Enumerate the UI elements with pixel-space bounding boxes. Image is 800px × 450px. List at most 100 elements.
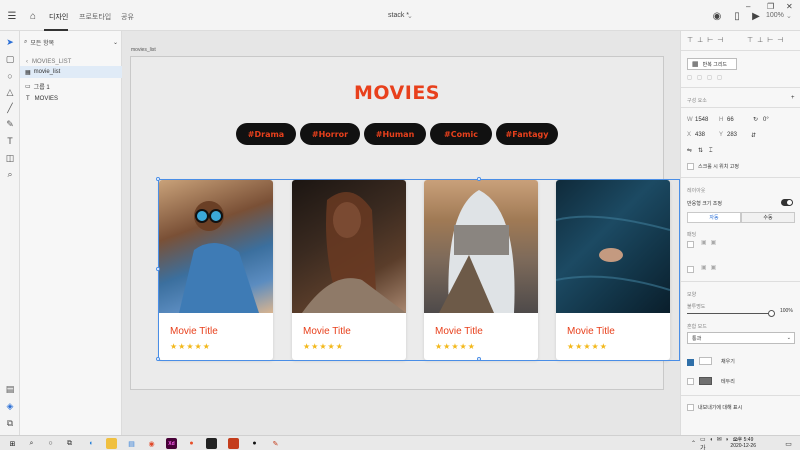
flip-align-icons[interactable]: ⇋⇅⌶ [687, 147, 719, 155]
hamburger-menu-icon[interactable]: ☰ [5, 9, 19, 23]
padding-mode-icons[interactable]: ▣▣ [701, 239, 720, 246]
zoom-chevron-icon[interactable]: ⌄ [786, 12, 792, 20]
export-label: 내보내기에 대해 표시 [698, 405, 743, 411]
store-icon[interactable]: ▤ [126, 438, 137, 449]
y-value[interactable]: 283 [727, 132, 737, 138]
responsive-label: 반응형 크기 조정 [687, 201, 722, 207]
align-icons[interactable]: ⊤⊥⊢⊣ [687, 36, 727, 44]
tag-pill[interactable]: #Comic [430, 123, 492, 145]
zoom-level[interactable]: 100% [766, 12, 784, 19]
task-view-icon[interactable]: ⧉ [64, 438, 75, 449]
home-icon[interactable]: ⌂ [26, 9, 40, 23]
layers-icon[interactable]: ◈ [3, 399, 17, 413]
border-swatch[interactable] [699, 377, 712, 385]
rectangle-tool-icon[interactable]: ▢ [3, 52, 17, 66]
layer-item-group[interactable]: ▭ 그룹 1 [20, 80, 122, 92]
select-tool-icon[interactable]: ➤ [3, 35, 17, 49]
play-icon[interactable]: ▶ [749, 9, 763, 23]
opacity-slider-track[interactable] [687, 313, 773, 314]
tag-pill[interactable]: #Drama [236, 123, 296, 145]
x-value[interactable]: 438 [695, 132, 705, 138]
paint-icon[interactable]: ✎ [270, 438, 281, 449]
chrome-icon[interactable]: ◉ [146, 438, 157, 449]
filter-chevron-icon[interactable]: ⌄ [113, 39, 118, 46]
blend-mode-select[interactable]: 통과 ⌄ [687, 332, 795, 344]
mobile-preview-icon[interactable]: ▯ [730, 9, 744, 23]
padding-mode-icons[interactable]: ▣▣ [701, 264, 720, 271]
border-checkbox[interactable] [687, 378, 694, 385]
notifications-icon[interactable]: ▭ [783, 438, 794, 449]
fix-scroll-checkbox[interactable] [687, 163, 694, 170]
fix-scroll-label: 스크롤 시 위치 고정 [698, 164, 739, 170]
auto-resize-button[interactable]: 자동 [687, 212, 741, 223]
divider [681, 107, 800, 108]
resize-handle[interactable] [156, 177, 160, 181]
fill-checkbox[interactable] [687, 359, 694, 366]
resize-handle[interactable] [477, 177, 481, 181]
tab-design[interactable]: 디자인 [49, 12, 68, 22]
zoom-tool-icon[interactable]: ⌕ [3, 167, 17, 181]
document-title[interactable]: stack * [388, 12, 409, 19]
height-value[interactable]: 66 [727, 117, 734, 123]
tab-prototype[interactable]: 프로토타입 [79, 12, 111, 22]
layer-search[interactable]: ⌕ 모든 항목 ⌄ [24, 37, 118, 48]
layers-panel: ⌕ 모든 항목 ⌄ ‹ MOVIES_LIST ▦ movie_list ▭ 그… [20, 31, 122, 435]
windows-start-icon[interactable]: ⊞ [7, 438, 18, 449]
search-input[interactable]: 모든 항목 [30, 38, 54, 47]
add-component-icon[interactable]: + [791, 95, 795, 101]
back-arrow-icon: ‹ [26, 59, 28, 65]
layer-item-movies-text[interactable]: T MOVIES [20, 93, 122, 105]
export-checkbox[interactable] [687, 404, 694, 411]
tag-pill[interactable]: #Fantagy [496, 123, 558, 145]
taskbar: ⊞ ⌕ ○ ⧉ ◐ ▤ ◉ Xd ● ● ✎ ⌃ ▭ ◖ ✉ ◗ ▭ 가 오후 … [0, 435, 800, 450]
media-app-icon[interactable] [206, 438, 217, 449]
edge-browser-icon[interactable]: ◐ [86, 438, 97, 449]
tab-share[interactable]: 공유 [121, 12, 134, 22]
padding-checkbox-2[interactable] [687, 266, 694, 273]
artboard-label[interactable]: movies_list [131, 47, 156, 53]
pen-tool-icon[interactable]: ✎ [3, 117, 17, 131]
system-tray-icons[interactable]: ⌃ [688, 438, 699, 449]
search-icon[interactable]: ⌕ [26, 438, 37, 449]
line-tool-icon[interactable]: ╱ [3, 101, 17, 115]
chevron-down-icon[interactable]: ⌄ [407, 12, 413, 20]
close-icon[interactable]: ✕ [786, 2, 793, 11]
responsive-toggle[interactable] [781, 199, 793, 206]
boolean-ops-icons[interactable]: ◻◻◻◻ [687, 74, 727, 81]
appearance-label: 모양 [687, 292, 697, 298]
tag-pill[interactable]: #Horror [300, 123, 360, 145]
flip-icon[interactable]: ⇵ [751, 132, 756, 139]
distribute-icons[interactable]: ⊤⊥⊢⊣ [747, 36, 787, 44]
powerpoint-icon[interactable] [228, 438, 239, 449]
firefox-icon[interactable]: ● [186, 438, 197, 449]
minimize-icon[interactable]: – [746, 2, 750, 11]
resize-handle[interactable] [477, 357, 481, 361]
polygon-tool-icon[interactable]: △ [3, 85, 17, 99]
user-icon[interactable]: ◉ [710, 9, 724, 23]
manual-resize-button[interactable]: 수동 [741, 212, 795, 223]
opacity-label: 불투명도 [687, 304, 706, 310]
padding-checkbox[interactable] [687, 241, 694, 248]
plugins-icon[interactable]: ⧉ [3, 416, 17, 430]
width-value[interactable]: 1548 [695, 117, 708, 123]
assets-icon[interactable]: ▤ [3, 382, 17, 396]
opacity-value[interactable]: 100% [780, 308, 793, 314]
ellipse-tool-icon[interactable]: ○ [3, 69, 17, 83]
system-clock[interactable]: 오후 5:49 2020-12-26 [730, 437, 756, 449]
repeat-grid-button[interactable]: ▦ 반복 그리드 [687, 58, 737, 70]
app-icon[interactable]: ● [249, 438, 260, 449]
selection-box[interactable] [156, 177, 680, 361]
artboard-tool-icon[interactable]: ◫ [3, 151, 17, 165]
layer-item-movie-list[interactable]: ▦ movie_list [20, 66, 122, 78]
fill-swatch[interactable] [699, 357, 712, 365]
opacity-slider-thumb[interactable] [768, 310, 775, 317]
cortana-icon[interactable]: ○ [45, 438, 56, 449]
restore-icon[interactable]: ❐ [767, 2, 774, 11]
xd-app-icon[interactable]: Xd [166, 438, 177, 449]
resize-handle[interactable] [156, 267, 160, 271]
tag-pill[interactable]: #Human [364, 123, 426, 145]
text-tool-icon[interactable]: T [3, 134, 17, 148]
resize-handle[interactable] [156, 357, 160, 361]
file-explorer-icon[interactable] [106, 438, 117, 449]
rotation-value[interactable]: 0° [763, 117, 769, 123]
